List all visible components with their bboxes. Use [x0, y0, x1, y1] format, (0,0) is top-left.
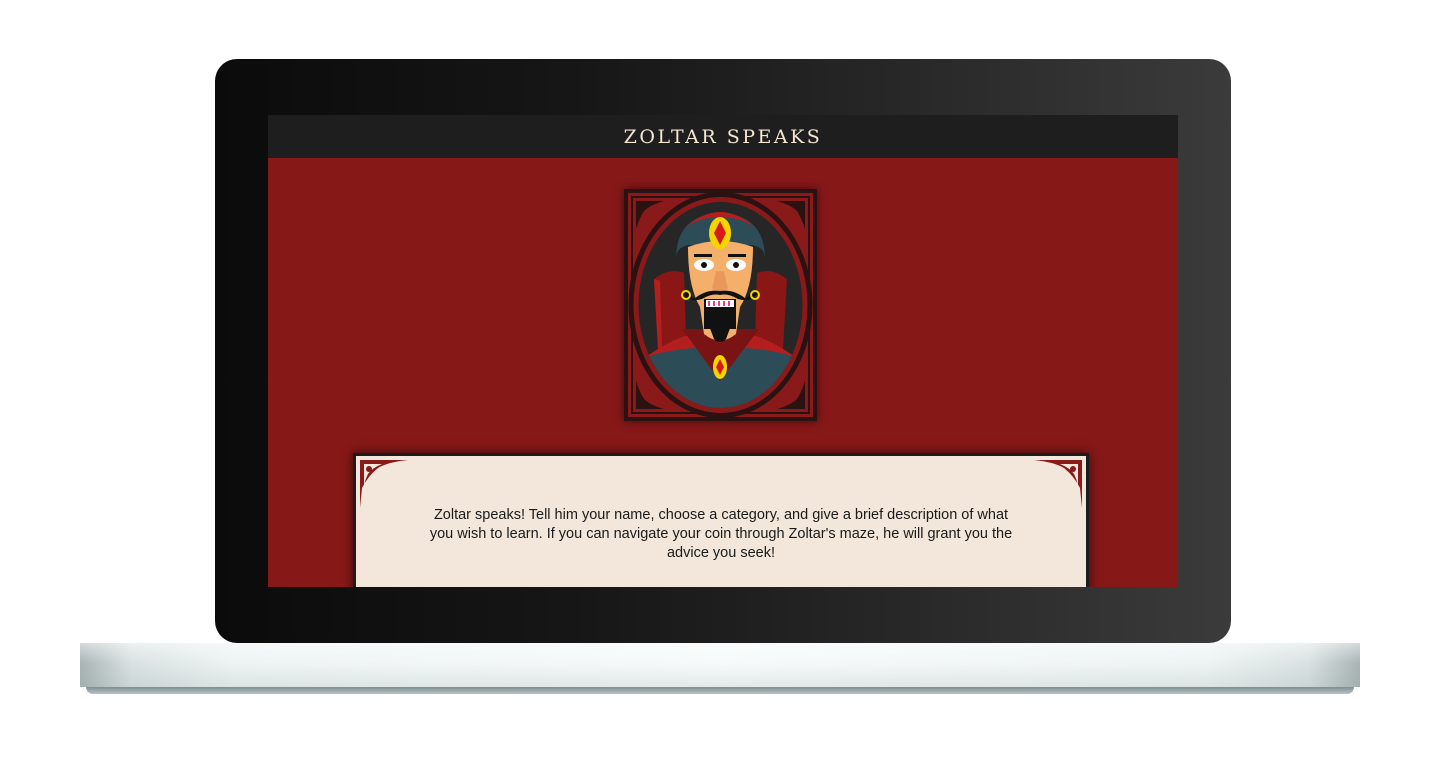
zoltar-portrait-icon	[624, 189, 817, 421]
base-shine	[80, 643, 1360, 687]
intro-card: Zoltar speaks! Tell him your name, choos…	[353, 453, 1089, 587]
app-screen: ZOLTAR SPEAKS Zoltar speaks! Tell him yo…	[268, 115, 1178, 587]
corner-ornament-icon	[360, 460, 408, 508]
laptop-base-edge	[86, 687, 1354, 694]
intro-text: Zoltar speaks! Tell him your name, choos…	[429, 507, 1013, 561]
page-title: ZOLTAR SPEAKS	[623, 125, 823, 148]
header-bar: ZOLTAR SPEAKS	[268, 115, 1178, 158]
laptop-base	[80, 643, 1360, 687]
corner-ornament-icon	[1034, 460, 1082, 508]
